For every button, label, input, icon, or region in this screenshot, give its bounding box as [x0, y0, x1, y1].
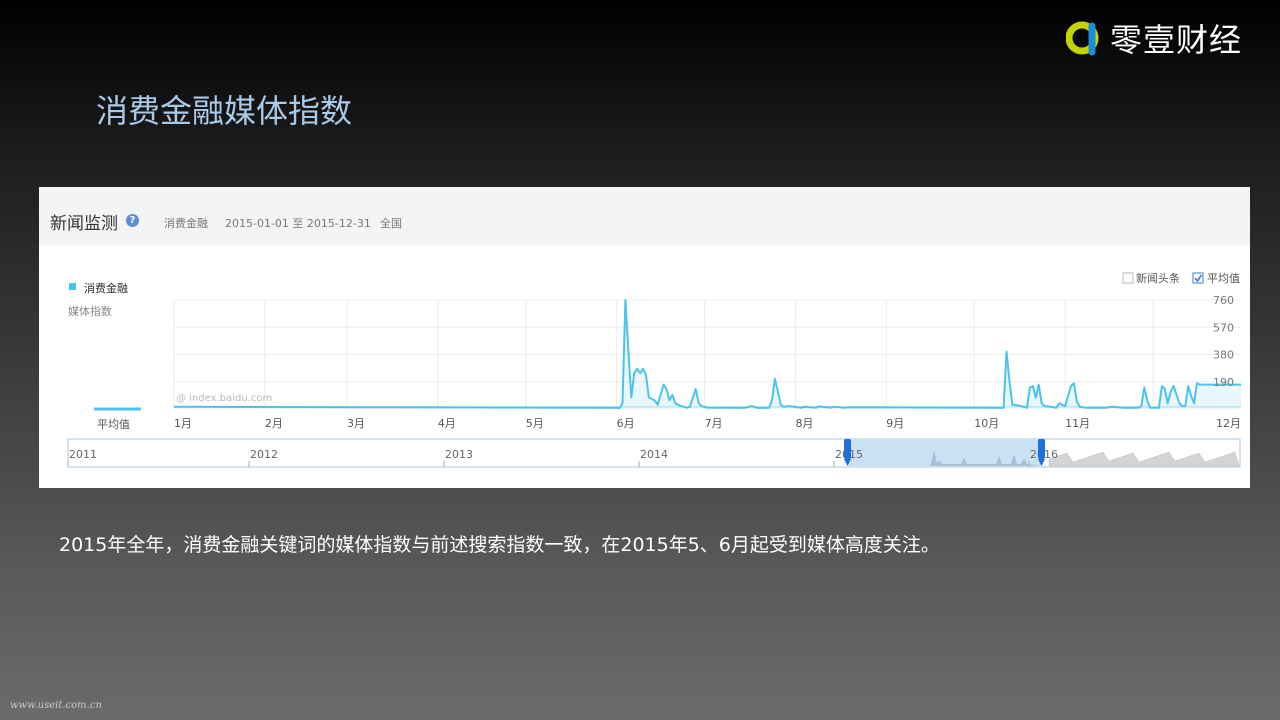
- navigator-right-handle[interactable]: [1038, 439, 1045, 459]
- x-tick-label: 6月: [617, 417, 635, 430]
- news-monitor-panel: 新闻监测 ? 消费金融 2015-01-01 至 2015-12-31 全国 消…: [39, 187, 1250, 488]
- news-headline-label: 新闻头条: [1136, 271, 1180, 285]
- brand-icon: [1066, 21, 1099, 56]
- navigator-year-label: 2014: [640, 448, 668, 461]
- brand-name: 零壹财经: [1110, 21, 1243, 59]
- brand-logo: 零壹财经: [1066, 16, 1242, 60]
- x-tick-label: 9月: [886, 417, 904, 430]
- y-tick-labels: 760 570 380 190: [1213, 294, 1234, 389]
- x-tick-label: 2月: [265, 417, 283, 430]
- y-tick-label: 760: [1213, 294, 1234, 307]
- navigator-year-label: 2013: [445, 448, 473, 461]
- x-tick-label: 8月: [795, 417, 813, 430]
- x-tick-label: 12月: [1216, 417, 1241, 430]
- chart-watermark: @ index.baidu.com: [176, 393, 272, 404]
- x-tick-label: 3月: [347, 417, 365, 430]
- y-axis-label: 媒体指数: [68, 304, 112, 318]
- legend-swatch: [69, 283, 76, 290]
- x-tick-label: 5月: [526, 417, 544, 430]
- navigator-year-label: 2012: [250, 448, 278, 461]
- average-option-label: 平均值: [1207, 272, 1240, 285]
- chart-grid: [173, 299, 1241, 409]
- site-watermark: www.useit.com.cn: [10, 700, 102, 711]
- slide-title: 消费金融媒体指数: [96, 92, 353, 130]
- y-tick-label: 190: [1213, 376, 1234, 389]
- x-tick-label: 7月: [705, 417, 723, 430]
- navigator-year-label: 2011: [69, 448, 97, 461]
- x-tick-label: 1月: [174, 417, 192, 430]
- body-text: 2015年全年，消费金融关键词的媒体指数与前述搜索指数一致，在2015年5、6月…: [59, 534, 940, 556]
- x-tick-label: 11月: [1065, 417, 1090, 430]
- media-index-chart: 消费金融 媒体指数 新闻头条 平均值 @ index.baidu.com 平均值…: [67, 271, 1241, 468]
- x-tick-label: 4月: [438, 417, 456, 430]
- x-tick-labels: 1月 2月 3月 4月 5月 6月 7月 8月 9月 10月 11月 12月: [174, 417, 1241, 430]
- y-tick-label: 570: [1213, 321, 1234, 334]
- y-tick-label: 380: [1213, 349, 1234, 362]
- average-label: 平均值: [97, 418, 130, 431]
- x-tick-label: 10月: [974, 417, 999, 430]
- legend-series-label[interactable]: 消费金融: [84, 281, 128, 295]
- navigator-left-handle[interactable]: [844, 439, 851, 459]
- news-headline-checkbox[interactable]: [1122, 272, 1134, 284]
